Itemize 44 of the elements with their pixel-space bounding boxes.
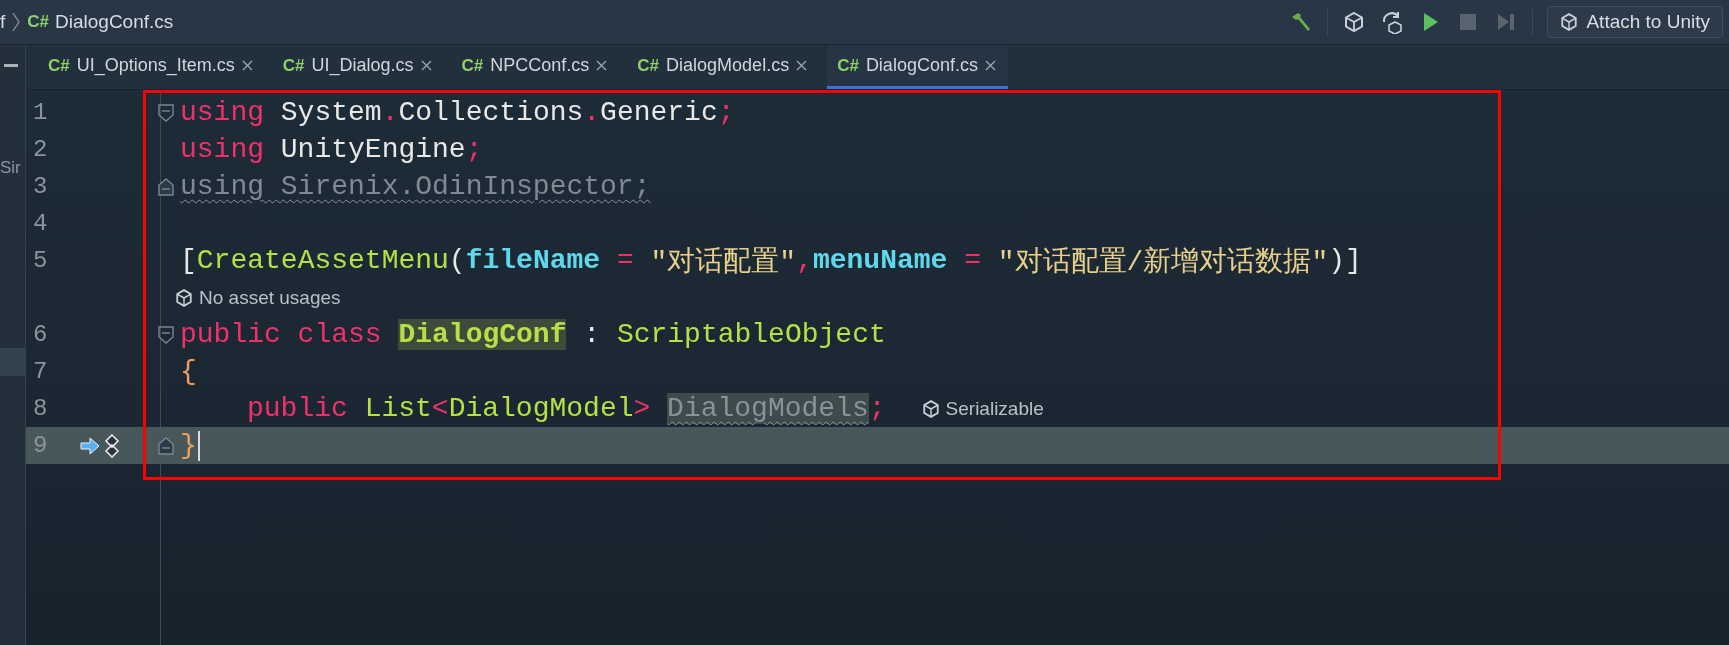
fold-marker-icon[interactable] (157, 435, 175, 456)
file-tab[interactable]: C# NPCConf.cs (451, 45, 620, 89)
line-number: 5 (32, 247, 49, 274)
file-tab[interactable]: C# DialogConf.cs (827, 45, 1008, 89)
minimize-icon[interactable] (4, 64, 18, 68)
unity-icon (175, 288, 193, 307)
line-number: 6 (32, 321, 49, 348)
file-tab[interactable]: C# UI_Options_Item.cs (38, 45, 265, 89)
code-line: { (180, 356, 197, 387)
usage-hint[interactable]: No asset usages (199, 286, 341, 309)
close-icon[interactable] (420, 60, 432, 71)
line-number: 4 (32, 210, 49, 237)
unity-icon (1560, 13, 1579, 31)
fold-marker-icon[interactable] (157, 102, 175, 123)
code-line: public List<DialogModel> DialogModels; (246, 393, 886, 424)
line-number: 9 (32, 432, 49, 459)
line-number: 3 (32, 173, 49, 200)
breadcrumb-item[interactable]: f (0, 11, 6, 33)
csharp-file-icon: C# (27, 12, 49, 32)
code-line: using Sirenix.OdinInspector; (180, 171, 651, 202)
line-number: 8 (32, 395, 49, 422)
unity-icon (921, 399, 940, 418)
line-number: 2 (32, 136, 49, 163)
code-line: public class DialogConf : ScriptableObject (180, 319, 886, 350)
fold-marker-icon[interactable] (157, 324, 175, 345)
inlay-hint[interactable]: Serializable (945, 397, 1044, 420)
line-number: 1 (32, 99, 49, 126)
attach-button[interactable]: Attach to Unity (1547, 6, 1723, 38)
code-line: [CreateAssetMenu(fileName = "对话配置",menuName = "对话配置/新增对话数据")] (180, 244, 1362, 280)
file-tab[interactable]: C# DialogModel.cs (627, 45, 820, 89)
code-line: using System.Collections.Generic; (180, 97, 735, 128)
chevron-icon (11, 11, 22, 33)
close-icon[interactable] (241, 60, 253, 71)
panel-item-label[interactable]: Sir (0, 158, 21, 178)
line-number: 7 (32, 358, 49, 385)
close-icon[interactable] (596, 60, 608, 71)
code-line: } (180, 430, 200, 461)
fold-marker-icon[interactable] (157, 176, 175, 197)
refresh-icon[interactable] (1380, 10, 1405, 34)
close-icon[interactable] (984, 60, 996, 71)
file-tab[interactable]: C# UI_Dialog.cs (272, 45, 444, 89)
close-icon[interactable] (796, 60, 808, 71)
code-line: using UnityEngine; (180, 134, 483, 165)
breadcrumb-item[interactable]: DialogConf.cs (55, 11, 174, 33)
